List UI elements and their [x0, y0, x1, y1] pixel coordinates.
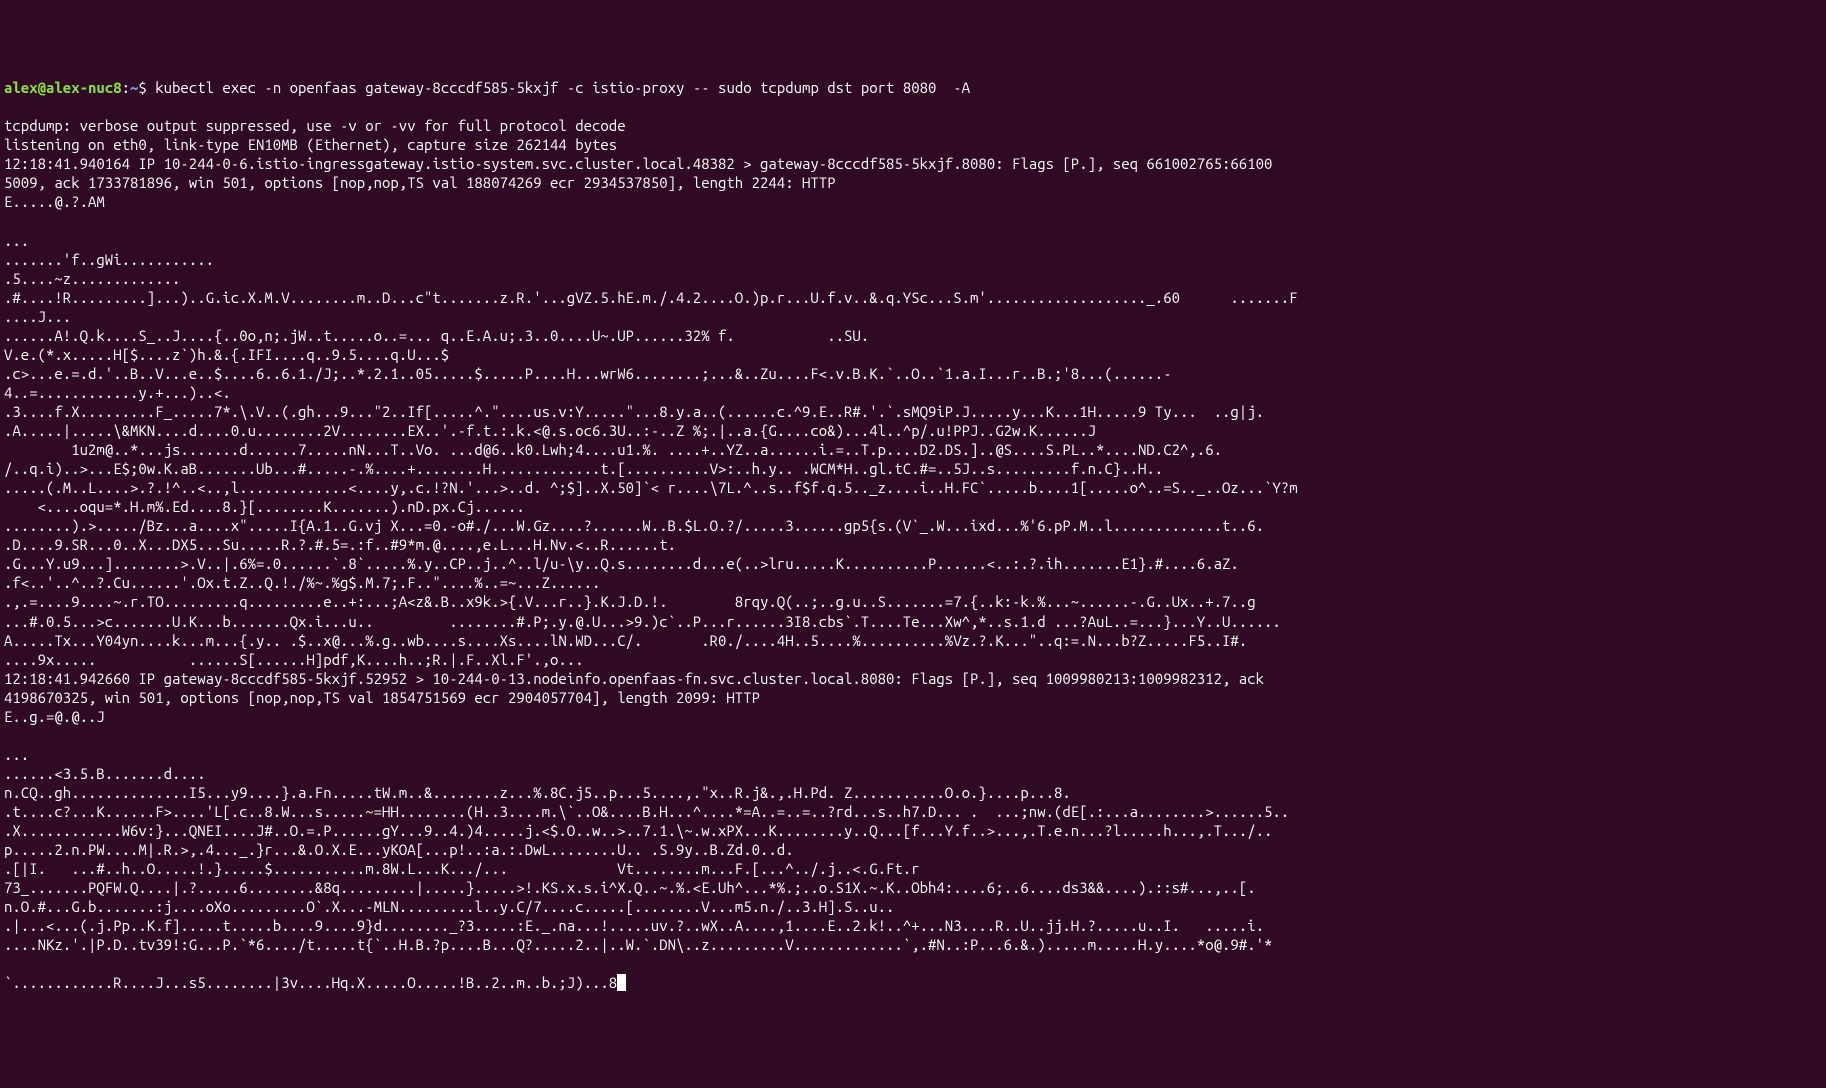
terminal-output-line: E..g.=@.@..J	[4, 707, 1822, 726]
terminal-output-line: .....(.M..L....>.?.!^..<..,l............…	[4, 478, 1822, 497]
terminal-output-line: 4..=............y.+...)..<.	[4, 383, 1822, 402]
terminal-output-line: n.CQ..gh..............I5...y9....}.a.Fn.…	[4, 783, 1822, 802]
terminal-output-line: ........).>...../Bz...a....x".....I{A.1.…	[4, 516, 1822, 535]
terminal-output-line: <....oqu=*.H.m%.Ed....8.}[........K.....…	[4, 497, 1822, 516]
terminal-output-line	[4, 212, 1822, 231]
terminal-output-line: ....NKz.'.|P.D..tv39!:G...P.`*6..../t...…	[4, 935, 1822, 954]
terminal-output-line: .......'f..gWi...........	[4, 250, 1822, 269]
terminal-output-line: E.....@.?.AM	[4, 192, 1822, 211]
terminal-output-line: .#....!R.........]...)..G.ic.X.M.V......…	[4, 288, 1822, 307]
terminal-output-line: tcpdump: verbose output suppressed, use …	[4, 116, 1822, 135]
command-input[interactable]: kubectl exec -n openfaas gateway-8cccdf5…	[155, 79, 970, 96]
prompt-separator: :	[122, 79, 130, 96]
terminal-output-line: .3....f.X.........F_.....7*.\.V..(.gh...…	[4, 402, 1822, 421]
terminal-output-line: ....9x..... ......S[......H]pdf,K....h..…	[4, 650, 1822, 669]
terminal-output-line: 73_.......PQFW.Q....|.?.....6........&8q…	[4, 878, 1822, 897]
terminal-output-line: n.O.#...G.b.......:j....oXo.........O`.X…	[4, 897, 1822, 916]
terminal-output-line: .|...<...(.j.Pp..K.f].....t.....b....9..…	[4, 916, 1822, 935]
terminal-output-line: .c>...e.=.d.'..B..V...e..$....6..6.1./J;…	[4, 364, 1822, 383]
terminal-output-line: .D....9.SR...0..X...DX5...Su.....R.?.#.5…	[4, 535, 1822, 554]
terminal-output-line: ....J...	[4, 307, 1822, 326]
prompt-user-host: alex@alex-nuc8	[4, 79, 122, 96]
terminal-output-line	[4, 726, 1822, 745]
terminal-output-line: .t....c?...K......F>....'L[.c..8.W...s..…	[4, 802, 1822, 821]
prompt-dollar: $	[138, 79, 155, 96]
terminal-output-line: V.e.(*.x.....H[$....z`)h.&.{.IFI....q..9…	[4, 345, 1822, 364]
terminal-output-line: ......A!.Q.k....S_..J....{..0o,n;.jW..t.…	[4, 326, 1822, 345]
terminal-output: tcpdump: verbose output suppressed, use …	[4, 116, 1822, 954]
terminal-output-line: 5009, ack 1733781896, win 501, options […	[4, 173, 1822, 192]
terminal-output-line: A.....Tx...Y04yn....k...m...{.y.. .$..x@…	[4, 631, 1822, 650]
terminal-output-line: .5....~z.............	[4, 269, 1822, 288]
terminal-output-line: ...	[4, 231, 1822, 250]
terminal-output-line: 1u2m@..*...js.......d......7.....nN...T.…	[4, 440, 1822, 459]
terminal-output-line: .G...Y.u9...]........>.V..|.6%=.0......`…	[4, 554, 1822, 573]
terminal-output-line: .,.=....9....~.r.TO.........q.........e.…	[4, 592, 1822, 611]
terminal-output-line: p.....2.n.PW....M|.R.>,.4..._.}r...&.O.X…	[4, 840, 1822, 859]
terminal-output-line: 12:18:41.940164 IP 10-244-0-6.istio-ingr…	[4, 154, 1822, 173]
terminal-output-line: .X............W6v:}...QNEI....J#..O.=.P.…	[4, 821, 1822, 840]
terminal-output-line: ...#.0.5...>c.......U.K...b.......Qx.i..…	[4, 612, 1822, 631]
terminal-output-last: `............R....J...s5........|3v....H…	[4, 974, 617, 991]
terminal-output-line: 4198670325, win 501, options [nop,nop,TS…	[4, 688, 1822, 707]
terminal-output-line: .f<..'..^..?.Cu......'.Ox.t.Z..Q.!./%~.%…	[4, 573, 1822, 592]
terminal-output-line: ...	[4, 745, 1822, 764]
terminal-cursor	[617, 974, 626, 991]
terminal-output-line: listening on eth0, link-type EN10MB (Eth…	[4, 135, 1822, 154]
terminal-output-line: 12:18:41.942660 IP gateway-8cccdf585-5kx…	[4, 669, 1822, 688]
terminal-output-line: .[|I. ...#..h..O.....!.}.....$..........…	[4, 859, 1822, 878]
terminal-output-line: ......<3.5.B.......d....	[4, 764, 1822, 783]
terminal-output-line: /..q.i)..>...E$;0w.K.aB.......Ub...#....…	[4, 459, 1822, 478]
terminal-output-line: .A.....|.....\&MKN....d....0.u........2V…	[4, 421, 1822, 440]
